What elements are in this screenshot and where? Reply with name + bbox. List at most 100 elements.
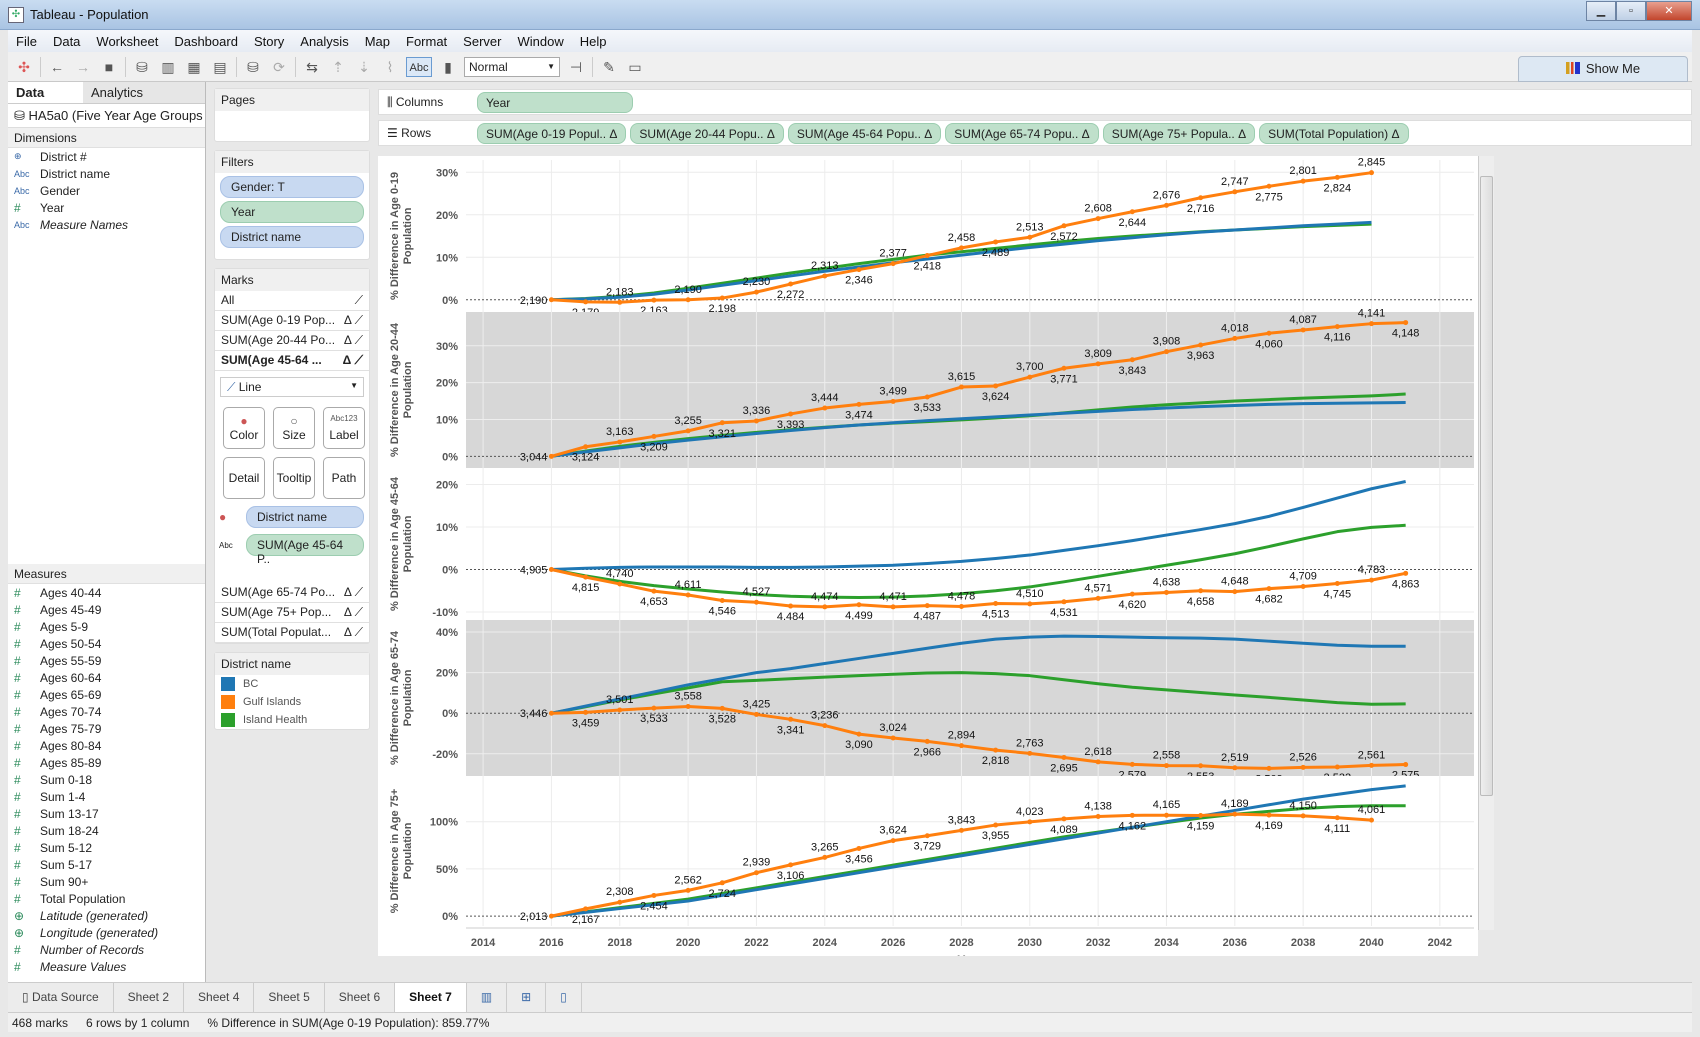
scrollbar-thumb[interactable] [1480,176,1493,796]
rows-pill-age-45-64[interactable]: SUM(Age 45-64 Popu.. Δ [787,122,942,144]
tab-data[interactable]: Data [8,82,83,103]
new-worksheet-icon[interactable]: ▥ [158,57,178,77]
dimension-field[interactable]: Abc Gender [8,182,205,199]
measure-field[interactable]: # Sum 1-4 [8,788,205,805]
measure-field[interactable]: # Ages 60-64 [8,669,205,686]
tableau-start-icon[interactable]: ✣ [14,57,34,77]
tab-sheet-2[interactable]: Sheet 2 [114,983,185,1012]
measure-field[interactable]: # Ages 45-49 [8,601,205,618]
sort-descending-icon[interactable]: ⇣ [354,57,374,77]
legend-item-bc[interactable]: BC [215,675,369,693]
marks-row-age-75[interactable]: SUM(Age 75+ Pop... Δ ⟋ [215,603,369,623]
duplicate-sheet-icon[interactable]: ▦ [184,57,204,77]
presentation-icon[interactable]: ▮ [438,57,458,77]
menu-format[interactable]: Format [398,34,455,49]
rows-pill-age-75[interactable]: SUM(Age 75+ Popula.. Δ [1102,122,1256,144]
rows-pill-age-0-19[interactable]: SUM(Age 0-19 Popul.. Δ [477,122,627,144]
measure-field[interactable]: # Measure Values [8,958,205,975]
menu-map[interactable]: Map [357,34,398,49]
close-button[interactable]: ✕ [1646,1,1692,21]
undo-icon[interactable]: ← [47,57,67,77]
filter-district-name[interactable]: District name [220,226,364,248]
marks-row-all[interactable]: All ⟋ [215,291,369,311]
pages-card[interactable]: Pages [214,88,370,142]
chart-area[interactable]: 0% 10% 20% 30% % Difference in Age 0-19Popul… [378,156,1478,967]
fix-axes-icon[interactable]: ⊣ [566,57,586,77]
marks-pill-district-name[interactable]: District name [246,506,364,528]
legend-item-gulf-islands[interactable]: Gulf Islands [215,693,369,711]
measure-field[interactable]: ⊕ Latitude (generated) [8,907,205,924]
measure-field[interactable]: # Ages 75-79 [8,720,205,737]
group-icon[interactable]: ⌇ [380,57,400,77]
swap-rows-columns-icon[interactable]: ⇆ [302,57,322,77]
rows-pill-age-65-74[interactable]: SUM(Age 65-74 Popu.. Δ [945,122,1099,144]
datasource-item[interactable]: ⛁ HA5a0 (Five Year Age Groups ... [8,104,205,128]
measure-field[interactable]: # Total Population [8,890,205,907]
tab-sheet-7[interactable]: Sheet 7 [395,983,467,1012]
tab-data-source[interactable]: ▯ Data Source [8,983,114,1012]
menu-data[interactable]: Data [45,34,88,49]
redo-icon[interactable]: → [73,57,93,77]
restore-button[interactable]: ▫ [1616,1,1646,21]
new-dashboard-icon[interactable]: ⊞ [507,983,547,1012]
sort-ascending-icon[interactable]: ⇡ [328,57,348,77]
measure-field[interactable]: ⊕ Longitude (generated) [8,924,205,941]
columns-pill-year[interactable]: Year [477,91,633,113]
show-me-button[interactable]: Show Me [1518,56,1688,82]
measure-field[interactable]: # Sum 5-12 [8,839,205,856]
measure-field[interactable]: # Ages 70-74 [8,703,205,720]
marks-row-age-65-74[interactable]: SUM(Age 65-74 Po... Δ ⟋ [215,583,369,603]
measure-field[interactable]: # Ages 85-89 [8,754,205,771]
menu-server[interactable]: Server [455,34,509,49]
tab-sheet-6[interactable]: Sheet 6 [325,983,396,1012]
rows-pill-age-20-44[interactable]: SUM(Age 20-44 Popu.. Δ [630,122,784,144]
marks-row-total[interactable]: SUM(Total Populat... Δ ⟋ [215,623,369,643]
measure-field[interactable]: # Ages 40-44 [8,584,205,601]
tab-sheet-5[interactable]: Sheet 5 [254,983,325,1012]
pause-updates-icon[interactable]: ⛁ [243,57,263,77]
measure-field[interactable]: # Sum 90+ [8,873,205,890]
measure-field[interactable]: # Sum 5-17 [8,856,205,873]
highlight-icon[interactable]: ✎ [599,57,619,77]
new-worksheet-icon[interactable]: ▥ [467,983,508,1012]
measure-field[interactable]: # Sum 18-24 [8,822,205,839]
path-button[interactable]: Path [323,457,365,499]
label-button[interactable]: Abc123 Label [323,407,365,449]
menu-story[interactable]: Story [246,34,292,49]
dimension-field[interactable]: Abc Measure Names [8,216,205,233]
vertical-scrollbar[interactable] [1478,156,1494,930]
new-datasource-icon[interactable]: ⛁ [132,57,152,77]
menu-dashboard[interactable]: Dashboard [166,34,246,49]
line-chart[interactable]: 0% 10% 20% 30% % Difference in Age 0-19Popul… [378,156,1478,967]
marks-row-age-20-44[interactable]: SUM(Age 20-44 Po... Δ ⟋ [215,331,369,351]
dimension-field[interactable]: ⊕ District # [8,148,205,165]
marks-row-age-0-19[interactable]: SUM(Age 0-19 Pop... Δ ⟋ [215,311,369,331]
tab-sheet-4[interactable]: Sheet 4 [184,983,255,1012]
refresh-icon[interactable]: ⟳ [269,57,289,77]
legend-item-island-health[interactable]: Island Health [215,711,369,729]
color-button[interactable]: ● Color [223,407,265,449]
filter-gender[interactable]: Gender: T [220,176,364,198]
tab-analytics[interactable]: Analytics [83,82,151,103]
measure-field[interactable]: # Sum 13-17 [8,805,205,822]
marks-row-age-45-64[interactable]: SUM(Age 45-64 ... Δ ⟋ [215,351,369,371]
minimize-button[interactable]: ▁ [1586,1,1616,21]
clear-sheet-icon[interactable]: ▤ [210,57,230,77]
measure-field[interactable]: # Sum 0-18 [8,771,205,788]
menu-file[interactable]: File [8,34,45,49]
filter-year[interactable]: Year [220,201,364,223]
tooltip-button[interactable]: Tooltip [273,457,315,499]
measure-field[interactable]: # Number of Records [8,941,205,958]
measure-field[interactable]: # Ages 80-84 [8,737,205,754]
measure-field[interactable]: # Ages 65-69 [8,686,205,703]
menu-analysis[interactable]: Analysis [292,34,356,49]
measure-field[interactable]: # Ages 5-9 [8,618,205,635]
dimension-field[interactable]: # Year [8,199,205,216]
presentation-mode-icon[interactable]: ▭ [625,57,645,77]
measure-field[interactable]: # Ages 50-54 [8,635,205,652]
show-mark-labels-icon[interactable]: Abc [406,56,432,77]
measure-field[interactable]: # Ages 55-59 [8,652,205,669]
mark-type-select[interactable]: ⟋ Line [220,377,364,397]
dimension-field[interactable]: Abc District name [8,165,205,182]
rows-pill-total[interactable]: SUM(Total Population) Δ [1259,122,1409,144]
